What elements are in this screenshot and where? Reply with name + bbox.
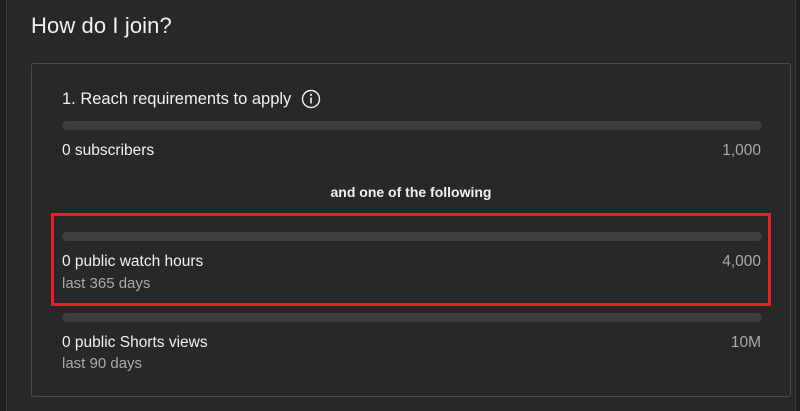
highlight-box <box>51 213 771 306</box>
divider-text: and one of the following <box>330 184 492 200</box>
section-heading: How do I join? <box>31 13 172 38</box>
requirements-card: 1. Reach requirements to apply 0 subscri… <box>31 63 791 397</box>
step-title: 1. Reach requirements to apply <box>62 89 321 109</box>
shorts-views-period: last 90 days <box>62 355 143 372</box>
shorts-views-label: 0 public Shorts views <box>62 334 208 351</box>
join-panel: How do I join? 1. Reach requirements to … <box>6 0 796 411</box>
info-icon[interactable] <box>301 89 321 109</box>
shorts-views-target: 10M <box>730 334 761 351</box>
shorts-views-progress-bar <box>62 313 762 322</box>
subscribers-progress-bar <box>62 121 762 130</box>
step-title-text: 1. Reach requirements to apply <box>62 89 292 108</box>
subscribers-target: 1,000 <box>722 142 761 159</box>
subscribers-label: 0 subscribers <box>62 142 155 159</box>
